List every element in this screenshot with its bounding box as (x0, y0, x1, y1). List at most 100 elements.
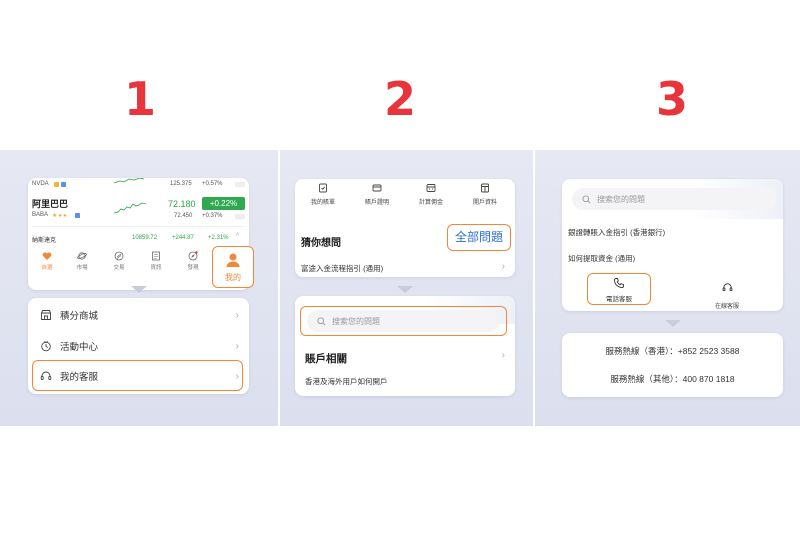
nasdaq-row[interactable]: 納斯達克 10859.72 +244.87 +2.31% ^ (28, 233, 249, 245)
nvda-sparkline (114, 178, 144, 184)
nav-watchlist[interactable]: 自選 (32, 251, 62, 271)
activity-icon (41, 341, 51, 352)
alibaba-row[interactable]: 阿里巴巴 BABA ★●● 72.180 +0.22% 72.450 +0.37… (28, 194, 249, 224)
nvda-price: 125.375 (170, 181, 192, 187)
row-divider (32, 226, 245, 227)
alibaba-change-badge: +0.22% (202, 197, 245, 210)
step3-panel: 搜索您的問題 銀證轉賬入金指引 (香港銀行) 如何提取資金 (通用) 在線客服 … (535, 150, 800, 426)
alibaba-ticker: BABA (32, 212, 49, 218)
nasdaq-pct: +2.31% (208, 235, 229, 241)
search-icon (582, 194, 591, 203)
hotline-card: 服務熱線（香港）：+852 2523 3588 服務熱線（其他）：400 870… (562, 333, 783, 397)
tool-label: 我的賬單 (310, 200, 335, 206)
chevron-right-icon: › (501, 261, 505, 272)
nasdaq-name: 納斯達克 (32, 238, 57, 244)
store-icon (41, 310, 51, 320)
menu-activity-center[interactable]: 活動中心 › (28, 331, 249, 361)
chevron-right-icon: › (235, 309, 239, 321)
phone-service-button[interactable]: 電話客服 (587, 273, 651, 305)
search-input[interactable]: 搜索您的問題 (572, 188, 776, 210)
compass-icon (188, 251, 198, 261)
faq-item[interactable]: 如何提取資金 (通用) (568, 253, 635, 264)
faq-item[interactable]: 富途入金流程指引 (通用) (301, 263, 383, 274)
step-number-1: 1 (123, 72, 156, 126)
search-placeholder: 搜索您的問題 (332, 316, 380, 326)
card-icon (372, 184, 382, 192)
menu-label: 積分商城 (60, 311, 99, 322)
search-input[interactable]: 搜索您的問題 (307, 310, 500, 332)
step1-panel: NVDA 125.375 +0.57% 阿里巴巴 BABA ★●● 72.180… (0, 150, 278, 426)
flag-icon (75, 213, 80, 218)
alibaba-sparkline (114, 202, 146, 214)
nav-label: 交易 (113, 265, 125, 271)
user-icon (226, 253, 240, 267)
faq-item[interactable]: 銀證轉賬入金指引 (香港銀行) (568, 227, 665, 238)
search-highlight[interactable]: 搜索您的問題 (300, 306, 507, 336)
nav-trade[interactable]: 交易 (104, 251, 134, 271)
nav-me-label: 我的 (225, 273, 241, 282)
headset-icon (722, 283, 732, 292)
news-icon (152, 251, 160, 261)
step-number-2: 2 (383, 72, 416, 126)
phone-icon (614, 278, 624, 288)
nasdaq-change: +244.87 (172, 235, 194, 241)
nav-news[interactable]: 資訊 (141, 251, 171, 271)
chevron-right-icon: › (501, 350, 505, 361)
section-title: 賬戶相關 (305, 353, 347, 365)
heart-icon (42, 252, 52, 260)
tool-commission-calc[interactable]: 計算佣金 (409, 183, 453, 206)
flow-arrow (397, 286, 413, 293)
alibaba-price: 72.180 (168, 199, 196, 209)
alibaba-sub-price: 72.450 (174, 213, 193, 219)
faq-item[interactable]: 香港及海外用戶如何開戶 (305, 376, 388, 387)
phone-service-label: 電話客服 (606, 296, 632, 303)
customer-service-highlight[interactable] (32, 360, 243, 391)
tool-label: 賬戶證明 (364, 200, 389, 206)
all-questions-button[interactable]: 全部問題 (447, 224, 511, 251)
hotline-hk[interactable]: 服務熱線（香港）：+852 2523 3588 (562, 345, 783, 357)
nasdaq-value: 10859.72 (132, 235, 158, 241)
online-service-label: 在線客服 (714, 304, 739, 310)
nav-label: 發現 (187, 265, 199, 271)
badge-dots: ★●● (52, 213, 68, 219)
search-icon (317, 316, 326, 325)
flow-arrow (665, 320, 681, 327)
flag-icon (61, 182, 66, 187)
tool-my-bills[interactable]: 我的賬單 (301, 183, 345, 206)
guess-title: 猜你想問 (301, 238, 341, 249)
nvda-change: +0.57% (202, 181, 223, 187)
menu-points-mall[interactable]: 積分商城 › (28, 300, 249, 330)
tool-label: 計算佣金 (418, 200, 443, 206)
step-number-3: 3 (655, 72, 688, 126)
us-market-badge (54, 182, 59, 187)
online-service-button[interactable]: 在線客服 (707, 282, 747, 311)
chevron-up-icon[interactable]: ^ (236, 233, 239, 240)
nav-label: 市場 (76, 265, 88, 271)
nav-label: 自選 (41, 265, 53, 271)
tool-label: 開戶資料 (472, 200, 497, 206)
nav-market[interactable]: 市場 (67, 251, 97, 271)
market-tag (235, 182, 245, 187)
menu-label: 活動中心 (60, 342, 99, 353)
chevron-right-icon: › (235, 340, 239, 352)
market-tag (235, 214, 245, 219)
flow-arrow (131, 286, 147, 293)
tool-account-opening-info[interactable]: 開戶資料 (463, 183, 507, 206)
trade-icon (114, 251, 124, 261)
nav-discover[interactable]: 發現 (178, 251, 208, 271)
nvda-row[interactable]: NVDA 125.375 +0.57% (28, 178, 249, 192)
alibaba-name: 阿里巴巴 (32, 199, 69, 209)
calculator-icon (426, 184, 436, 192)
hotline-other[interactable]: 服務熱線（其他）：400 870 1818 (562, 373, 783, 385)
planet-icon (77, 252, 87, 260)
alibaba-sub-change: +0.37% (202, 213, 223, 219)
nav-me-highlight[interactable]: 我的 (212, 246, 254, 288)
tool-account-proof[interactable]: 賬戶證明 (355, 183, 399, 206)
bill-icon (319, 183, 327, 193)
nav-label: 資訊 (150, 265, 162, 271)
search-placeholder: 搜索您的問題 (597, 194, 645, 204)
all-questions-label: 全部問題 (454, 230, 503, 244)
nvda-ticker: NVDA (32, 181, 49, 187)
step2-panel: 我的賬單 賬戶證明 計算佣金 開戶資料 猜你想問 富途入金流程指引 (通用) ›… (280, 150, 533, 426)
document-icon (481, 183, 489, 193)
